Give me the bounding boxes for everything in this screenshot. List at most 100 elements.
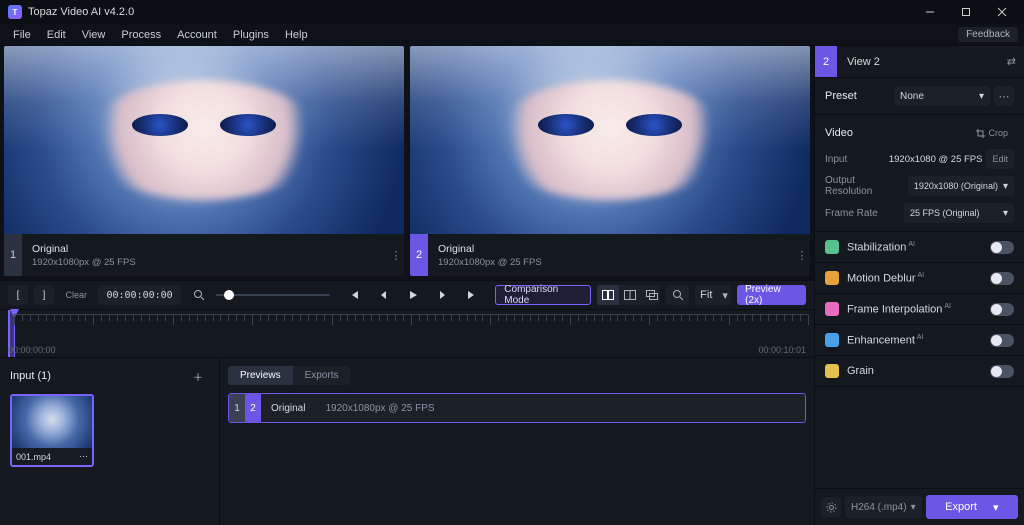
app-title: Topaz Video AI v4.2.0 <box>28 6 134 18</box>
menu-plugins[interactable]: Plugins <box>226 27 276 43</box>
export-button[interactable]: Export ▾ <box>926 495 1018 519</box>
fit-label: Fit <box>695 285 717 305</box>
go-end-button[interactable] <box>460 285 483 305</box>
close-button[interactable] <box>984 0 1020 24</box>
chevron-down-icon: ▾ <box>1003 181 1008 192</box>
viewer-1-name: Original <box>32 243 378 255</box>
outres-select[interactable]: 1920x1080 (Original) ▾ <box>908 176 1014 196</box>
timeline[interactable]: 00:00:00:00 00:00:10:01 <box>0 310 814 358</box>
menu-account[interactable]: Account <box>170 27 224 43</box>
go-start-button[interactable] <box>342 285 365 305</box>
module-icon <box>825 240 839 254</box>
maximize-button[interactable] <box>948 0 984 24</box>
menu-bar: File Edit View Process Account Plugins H… <box>0 24 1024 46</box>
viewer-2-meta: 1920x1080px @ 25 FPS <box>438 257 784 268</box>
add-input-button[interactable]: ＋ <box>187 366 209 386</box>
menu-process[interactable]: Process <box>114 27 168 43</box>
chevron-down-icon: ▾ <box>979 91 984 102</box>
tab-exports[interactable]: Exports <box>293 366 351 385</box>
viewer-1-bar[interactable]: 1 Original 1920x1080px @ 25 FPS ⋮ <box>4 234 404 276</box>
zoom-slider[interactable] <box>216 285 330 305</box>
module-label: Motion DeblurAI <box>847 272 924 285</box>
view-number-badge: 2 <box>815 46 837 77</box>
comparison-mode-button[interactable]: Comparison Mode <box>495 285 591 305</box>
viewer-1-number: 1 <box>4 234 22 276</box>
module-toggle[interactable] <box>990 272 1014 285</box>
chevron-down-icon: ▾ <box>1003 208 1008 219</box>
timecode-display[interactable]: 00:00:00:00 <box>98 285 180 305</box>
module-icon <box>825 333 839 347</box>
viewer-2: 2 Original 1920x1080px @ 25 FPS ⋮ <box>410 46 810 276</box>
previews-tabs: Previews Exports <box>228 366 350 385</box>
module-toggle[interactable] <box>990 241 1014 254</box>
chevron-down-icon: ▾ <box>717 285 731 305</box>
module-toggle[interactable] <box>990 334 1014 347</box>
preview-row[interactable]: 1 2 Original 1920x1080px @ 25 FPS <box>228 393 806 423</box>
preview-row-name: Original <box>261 403 315 414</box>
module-label: Grain <box>847 365 874 377</box>
outres-label: Output Resolution <box>825 175 902 197</box>
timeline-start-label: 00:00:00:00 <box>8 345 56 355</box>
viewer-1-canvas[interactable] <box>4 46 404 234</box>
swap-views-button[interactable]: ⇄ <box>999 55 1024 68</box>
preset-label: Preset <box>825 90 857 102</box>
step-forward-button[interactable] <box>430 285 453 305</box>
module-enhancement[interactable]: EnhancementAI <box>815 325 1024 356</box>
preset-select[interactable]: None ▾ <box>894 86 990 106</box>
layout-overlay-icon[interactable] <box>641 285 660 305</box>
export-settings-button[interactable] <box>821 497 841 517</box>
preview-button[interactable]: Preview (2x) <box>737 285 806 305</box>
module-toggle[interactable] <box>990 303 1014 316</box>
module-label: StabilizationAI <box>847 241 915 254</box>
play-button[interactable] <box>401 285 424 305</box>
previews-panel: Previews Exports 1 2 Original 1920x1080p… <box>220 358 814 525</box>
clear-button[interactable]: Clear <box>60 285 92 305</box>
viewer-2-canvas[interactable] <box>410 46 810 234</box>
viewer-2-more-button[interactable]: ⋮ <box>794 234 810 276</box>
module-icon <box>825 302 839 316</box>
fit-dropdown[interactable]: Fit ▾ <box>695 285 731 305</box>
input-edit-button[interactable]: Edit <box>986 149 1014 169</box>
transport-bar: [ ] Clear 00:00:00:00 Comparison Mode Fi… <box>0 280 814 310</box>
module-icon <box>825 271 839 285</box>
search-timeline-button[interactable] <box>187 285 210 305</box>
menu-help[interactable]: Help <box>278 27 315 43</box>
viewer-1-meta: 1920x1080px @ 25 FPS <box>32 257 378 268</box>
layout-side-icon[interactable] <box>597 285 619 305</box>
feedback-button[interactable]: Feedback <box>958 27 1018 42</box>
menu-file[interactable]: File <box>6 27 38 43</box>
module-grain[interactable]: Grain <box>815 356 1024 387</box>
viewer-2-name: Original <box>438 243 784 255</box>
in-point-button[interactable]: [ <box>8 285 28 305</box>
chevron-down-icon: ▾ <box>993 501 999 514</box>
module-frame-interpolation[interactable]: Frame InterpolationAI <box>815 294 1024 325</box>
viewer-1: 1 Original 1920x1080px @ 25 FPS ⋮ <box>4 46 404 276</box>
layout-segmented[interactable] <box>597 285 660 305</box>
viewer-1-more-button[interactable]: ⋮ <box>388 234 404 276</box>
input-res-value: 1920x1080 @ 25 FPS <box>889 154 983 165</box>
menu-view[interactable]: View <box>75 27 113 43</box>
module-motion-deblur[interactable]: Motion DeblurAI <box>815 263 1024 294</box>
viewer-2-bar[interactable]: 2 Original 1920x1080px @ 25 FPS ⋮ <box>410 234 810 276</box>
module-stabilization[interactable]: StabilizationAI <box>815 232 1024 263</box>
layout-split-icon[interactable] <box>619 285 641 305</box>
input-thumbnail[interactable]: 001.mp4 ⋯ <box>10 394 94 467</box>
viewer-2-number: 2 <box>410 234 428 276</box>
out-point-button[interactable]: ] <box>34 285 54 305</box>
menu-edit[interactable]: Edit <box>40 27 73 43</box>
input-thumb-more-button[interactable]: ⋯ <box>79 451 88 462</box>
module-label: Frame InterpolationAI <box>847 303 951 316</box>
module-label: EnhancementAI <box>847 334 924 347</box>
framerate-select[interactable]: 25 FPS (Original) ▾ <box>904 203 1014 223</box>
tab-previews[interactable]: Previews <box>228 366 293 385</box>
preset-more-button[interactable]: ⋯ <box>994 86 1014 106</box>
minimize-button[interactable] <box>912 0 948 24</box>
module-toggle[interactable] <box>990 365 1014 378</box>
step-back-button[interactable] <box>372 285 395 305</box>
codec-select[interactable]: H264 (.mp4) ▾ <box>845 496 922 518</box>
crop-button[interactable]: Crop <box>970 123 1014 143</box>
timeline-end-label: 00:00:10:01 <box>758 345 806 355</box>
viewer-row: 1 Original 1920x1080px @ 25 FPS ⋮ 2 Orig… <box>0 46 814 280</box>
module-icon <box>825 364 839 378</box>
zoom-tool-button[interactable] <box>666 285 689 305</box>
